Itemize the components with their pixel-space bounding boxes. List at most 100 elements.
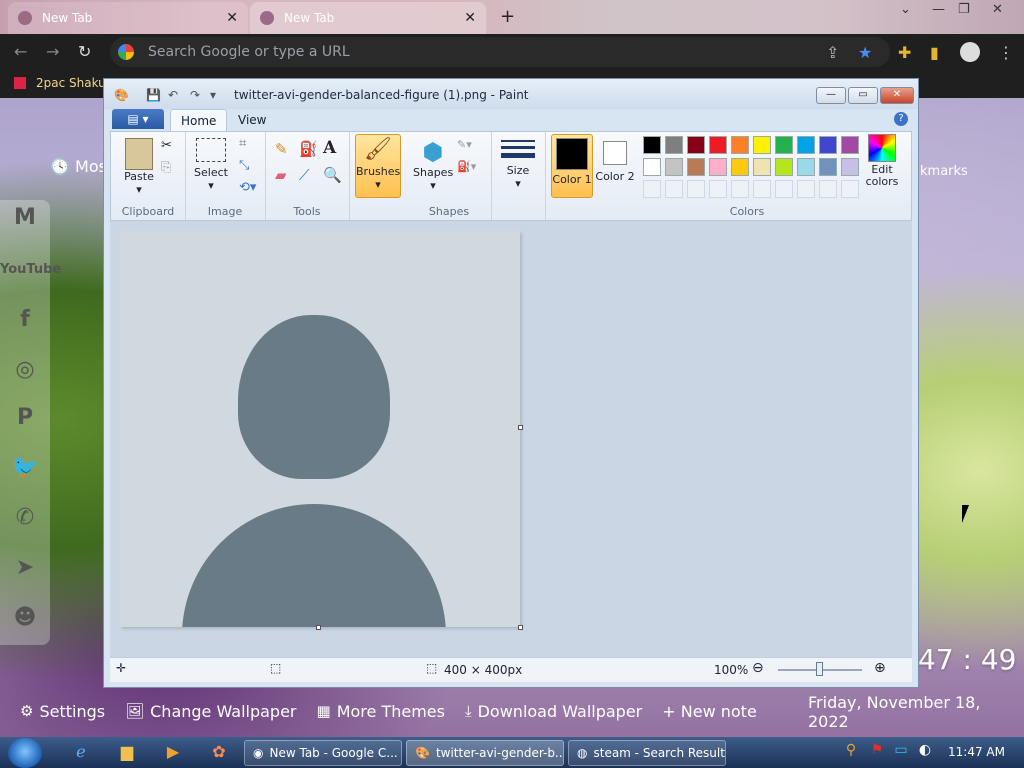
omnibox[interactable]: Search Google or type a URL: [110, 37, 890, 67]
taskbar-steam-search[interactable]: ◍ steam - Search Results: [568, 740, 726, 766]
help-icon[interactable]: ?: [894, 112, 908, 126]
palette-swatch[interactable]: [797, 158, 815, 176]
palette-swatch[interactable]: [731, 158, 749, 176]
download-wallpaper-link[interactable]: ⤓ Download Wallpaper: [465, 702, 642, 721]
tray-flag-icon[interactable]: ⚑: [866, 742, 888, 764]
palette-empty-swatch[interactable]: [819, 180, 837, 198]
outline-icon[interactable]: ✎▾: [457, 138, 472, 151]
redo-icon[interactable]: ↷: [190, 88, 200, 102]
canvas-area[interactable]: [110, 221, 912, 657]
shapes-button[interactable]: ⬢ Shapes ▾: [413, 138, 453, 192]
palette-empty-swatch[interactable]: [731, 180, 749, 198]
palette-swatch[interactable]: [775, 136, 793, 154]
new-tab-plus-icon[interactable]: +: [500, 6, 515, 27]
copy-icon[interactable]: ⎘: [161, 160, 171, 175]
zoom-slider-thumb[interactable]: [816, 662, 823, 676]
minimize-icon[interactable]: —: [932, 2, 945, 17]
palette-swatch[interactable]: [643, 136, 661, 154]
cut-icon[interactable]: ✂: [161, 138, 172, 153]
palette-swatch[interactable]: [643, 158, 661, 176]
palette-empty-swatch[interactable]: [643, 180, 661, 198]
palette-empty-swatch[interactable]: [687, 180, 705, 198]
start-button[interactable]: [8, 738, 42, 768]
twitter-icon[interactable]: 🐦: [8, 452, 42, 484]
restore-icon[interactable]: ❐: [958, 2, 970, 17]
profile-avatar-icon[interactable]: [960, 42, 980, 62]
close-tab-icon[interactable]: ✕: [464, 10, 476, 26]
brushes-button[interactable]: 🖌 Brushes ▾: [355, 134, 401, 198]
share-icon[interactable]: ⇪: [826, 43, 839, 62]
bookmarks-label[interactable]: kmarks: [920, 164, 968, 179]
more-themes-link[interactable]: ▦ More Themes: [317, 702, 445, 721]
new-note-link[interactable]: + New note: [662, 702, 757, 721]
palette-empty-swatch[interactable]: [665, 180, 683, 198]
resize-handle-right[interactable]: [518, 425, 523, 430]
close-window-icon[interactable]: ✕: [992, 2, 1003, 17]
tray-search-icon[interactable]: ⚲: [840, 742, 862, 764]
tab-view[interactable]: View: [228, 109, 276, 131]
gmail-icon[interactable]: M: [8, 202, 42, 234]
resize-handle-bottom[interactable]: [316, 625, 321, 630]
tab-home[interactable]: Home: [170, 109, 228, 132]
resize-handle-corner[interactable]: [518, 625, 523, 630]
palette-swatch[interactable]: [665, 158, 683, 176]
pinterest-icon[interactable]: P: [8, 402, 42, 434]
zoom-in-icon[interactable]: ⊕: [874, 660, 886, 676]
side-panel-icon[interactable]: ▮: [930, 43, 939, 62]
close-tab-icon[interactable]: ✕: [226, 10, 238, 26]
palette-swatch[interactable]: [753, 158, 771, 176]
pencil-icon[interactable]: ✎: [275, 140, 288, 158]
palette-swatch[interactable]: [819, 136, 837, 154]
paste-button[interactable]: Paste ▾: [119, 138, 159, 196]
palette-empty-swatch[interactable]: [709, 180, 727, 198]
color1-button[interactable]: Color 1: [551, 134, 593, 198]
system-clock[interactable]: 11:47 AM: [948, 745, 1005, 759]
back-arrow-icon[interactable]: ←: [14, 42, 27, 61]
edit-colors-button[interactable]: Edit colors: [859, 134, 905, 188]
customize-qat-icon[interactable]: ▾: [210, 88, 216, 102]
undo-icon[interactable]: ↶: [168, 88, 178, 102]
palette-empty-swatch[interactable]: [797, 180, 815, 198]
forward-arrow-icon[interactable]: →: [46, 42, 59, 61]
change-wallpaper-link[interactable]: 🖼 Change Wallpaper: [125, 702, 296, 721]
paint-taskbar-icon[interactable]: ✿: [208, 742, 230, 764]
telegram-icon[interactable]: ➤: [8, 552, 42, 584]
chevron-down-icon[interactable]: ⌄: [900, 2, 911, 17]
color-picker-icon[interactable]: ⟋: [299, 166, 310, 184]
bookmark-item[interactable]: 2pac Shakur: [14, 76, 111, 90]
tab-new-tab-2[interactable]: New Tab ✕: [250, 2, 486, 34]
palette-swatch[interactable]: [841, 158, 859, 176]
resize-icon[interactable]: ⤡: [239, 158, 249, 173]
eraser-icon[interactable]: ▰: [275, 166, 287, 184]
whatsapp-icon[interactable]: ✆: [8, 502, 42, 534]
settings-link[interactable]: ⚙ Settings: [20, 702, 105, 721]
close-button[interactable]: ✕: [880, 87, 914, 104]
palette-swatch[interactable]: [819, 158, 837, 176]
magnifier-icon[interactable]: 🔍: [323, 166, 342, 184]
zoom-out-icon[interactable]: ⊖: [752, 660, 764, 676]
facebook-icon[interactable]: f: [8, 304, 42, 336]
reload-icon[interactable]: ↻: [78, 42, 91, 61]
bookmark-star-icon[interactable]: ★: [858, 43, 872, 62]
palette-swatch[interactable]: [775, 158, 793, 176]
palette-empty-swatch[interactable]: [753, 180, 771, 198]
extensions-icon[interactable]: ✚: [898, 43, 911, 62]
paint-app-icon[interactable]: 🎨: [114, 88, 129, 102]
color2-button[interactable]: Color 2: [595, 134, 635, 196]
file-explorer-icon[interactable]: ▆: [116, 742, 138, 764]
tab-new-tab-1[interactable]: New Tab ✕: [8, 2, 248, 34]
fill-icon[interactable]: ⛽▾: [457, 160, 476, 173]
media-player-icon[interactable]: ▶: [162, 742, 184, 764]
palette-swatch[interactable]: [797, 136, 815, 154]
crop-icon[interactable]: ⌗: [239, 136, 246, 151]
text-tool-icon[interactable]: A: [323, 138, 336, 158]
palette-empty-swatch[interactable]: [775, 180, 793, 198]
tray-display-icon[interactable]: ▭: [890, 742, 912, 764]
reddit-icon[interactable]: ☻: [8, 602, 42, 634]
file-menu-button[interactable]: ▤ ▾: [112, 109, 164, 129]
palette-swatch[interactable]: [687, 136, 705, 154]
palette-swatch[interactable]: [841, 136, 859, 154]
minimize-button[interactable]: —: [816, 87, 846, 104]
paint-title-bar[interactable]: 🎨 💾 ↶ ↷ ▾ twitter-avi-gender-balanced-fi…: [104, 79, 918, 109]
select-button[interactable]: Select ▾: [193, 138, 229, 192]
